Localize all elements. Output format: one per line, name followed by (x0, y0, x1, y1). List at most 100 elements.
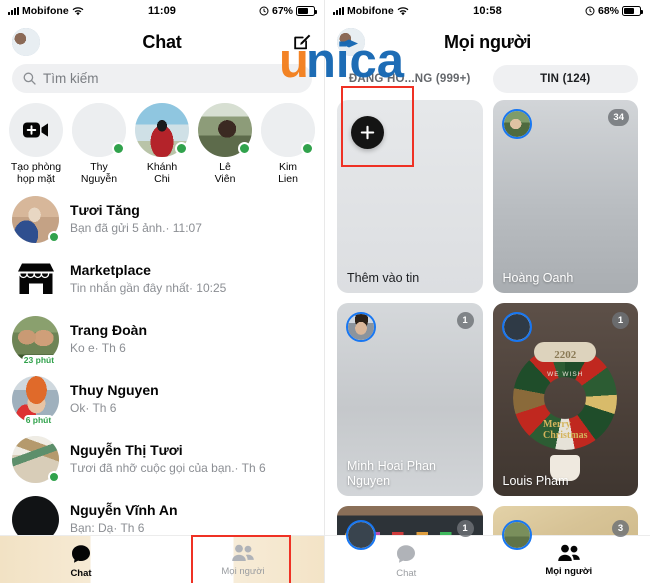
story-avatar-ring (501, 520, 532, 550)
story-card-louis-pham[interactable]: 1 2202 WE WISH Merry Christmas Louis Pham (492, 303, 638, 496)
chat-snippet: Bạn đã gửi 5 ảnh.· 11:07 (70, 221, 202, 235)
people-icon (232, 544, 254, 561)
status-bar-time: 11:09 (147, 5, 177, 17)
search-input[interactable]: Tìm kiếm (12, 64, 312, 93)
tab-people[interactable]: Mọi người (162, 536, 324, 583)
status-badge: 23 phút (21, 354, 57, 365)
chat-name: Marketplace (70, 262, 151, 278)
battery-icon (296, 6, 317, 16)
battery-icon (622, 6, 643, 16)
avatar[interactable] (12, 28, 40, 56)
tab-label: Chat (396, 568, 417, 579)
people-icon (557, 544, 580, 561)
status-bar-right: Mobifone 10:58 68% (325, 0, 650, 22)
story-avatar (9, 103, 63, 157)
chat-snippet: Bạn: Dạ· Th 6 (70, 521, 145, 535)
list-item-text: Thuy Nguyen Ok· Th 6 (70, 382, 159, 416)
story-avatar (261, 103, 315, 157)
story-create-room[interactable]: Tạo phòng họp mặt (6, 103, 66, 185)
plus-icon (360, 125, 375, 140)
online-dot (238, 142, 251, 155)
story-label: Khánh Chi (146, 161, 178, 185)
story-khanh-chi[interactable]: Khánh Chi (132, 103, 192, 185)
chat-snippet: Ko e· Th 6 (70, 341, 126, 355)
bottom-tab-bar-left: Chat Mọi người (0, 535, 324, 583)
list-item[interactable]: Tươi Tăng Bạn đã gửi 5 ảnh.· 11:07 (0, 189, 324, 249)
chat-bubble-icon (71, 545, 90, 563)
story-count-badge: 34 (608, 109, 629, 126)
story-avatar-ring (346, 312, 376, 342)
story-avatar-ring (346, 520, 376, 550)
list-item[interactable]: Marketplace Tin nhắn gần đây nhất· 10:25 (0, 249, 324, 309)
segment-tabs: ĐANG HO...NG (999+) TIN (124) (325, 62, 650, 100)
chat-snippet: Tin nhắn gần đây nhất· 10:25 (70, 281, 227, 295)
tab-label: Mọi người (221, 566, 265, 577)
story-kim-lien[interactable]: Kim Lien (258, 103, 318, 185)
list-item[interactable]: 23 phút Trang Đoàn Ko e· Th 6 (0, 309, 324, 369)
story-count-badge: 3 (612, 520, 629, 537)
story-caption: Hoàng Oanh (502, 271, 574, 285)
nav-bar-left: Chat (0, 22, 324, 62)
chat-name: Nguyễn Thị Tươi (70, 442, 183, 458)
online-dot (48, 230, 60, 243)
list-item-text: Trang Đoàn Ko e· Th 6 (70, 322, 147, 356)
list-item-text: Marketplace Tin nhắn gần đây nhất· 10:25 (70, 262, 226, 296)
status-bar-time: 10:58 (473, 5, 502, 17)
chat-name: Thuy Nguyen (70, 382, 159, 398)
story-card-minh-hoai-phan-nguyen[interactable]: 1 Minh Hoai Phan Nguyen (337, 303, 483, 496)
avatar[interactable] (337, 28, 365, 56)
story-caption: Thêm vào tin (347, 271, 420, 285)
marketplace-icon (12, 256, 59, 303)
chat-list: Tươi Tăng Bạn đã gửi 5 ảnh.· 11:07 Marke… (0, 187, 324, 549)
story-label: Lê Viên (214, 161, 236, 185)
online-dot (112, 142, 125, 155)
story-count-badge: 1 (456, 312, 474, 329)
chat-name: Trang Đoàn (70, 322, 148, 338)
avatar (12, 195, 60, 243)
list-item-text: Tươi Tăng Bạn đã gửi 5 ảnh.· 11:07 (70, 202, 202, 236)
tab-active-now[interactable]: ĐANG HO...NG (999+) (337, 65, 483, 93)
list-item[interactable]: Nguyễn Thị Tươi Tươi đã nhỡ cuộc gọi của… (0, 429, 324, 489)
story-card-add[interactable]: Thêm vào tin (337, 100, 483, 293)
story-count-badge: 1 (612, 312, 629, 329)
tab-label: Mọi người (545, 566, 593, 577)
chat-bubble-icon (397, 545, 416, 563)
tab-label: Chat (70, 568, 92, 579)
story-avatar-ring (501, 312, 532, 342)
dual-screenshot: Mobifone 11:09 67% Chat Tìm kiếm Tạo phò… (0, 0, 650, 583)
avatar: 23 phút (12, 315, 59, 365)
add-story-button[interactable] (351, 116, 384, 149)
tab-stories[interactable]: TIN (124) (492, 65, 638, 93)
list-item-text: Nguyễn Thị Tươi Tươi đã nhỡ cuộc gọi của… (70, 442, 266, 476)
status-badge: 6 phút (23, 414, 54, 425)
page-title: Chat (142, 31, 182, 52)
story-le-vien[interactable]: Lê Viên (195, 103, 255, 185)
stories-grid: Thêm vào tin 34 Hoàng Oanh 1 Minh Hoai P… (325, 100, 650, 566)
nav-bar-right: Mọi người (325, 22, 650, 62)
chat-name: Nguyễn Vĩnh An (70, 502, 178, 518)
search-icon (23, 72, 36, 85)
video-plus-icon (23, 122, 48, 138)
online-dot (48, 470, 60, 483)
search-container: Tìm kiếm (0, 62, 324, 99)
story-card-hoang-oanh[interactable]: 34 Hoàng Oanh (492, 100, 638, 293)
compose-icon[interactable] (292, 32, 312, 52)
online-dot (175, 142, 188, 155)
story-avatar-ring (501, 109, 532, 139)
avatar: 6 phút (12, 375, 59, 425)
chat-snippet: Ok· Th 6 (70, 401, 117, 415)
story-thy-nguyen[interactable]: Thy Nguyễn (69, 103, 129, 185)
tab-chat[interactable]: Chat (0, 536, 162, 583)
left-phone-screen: Mobifone 11:09 67% Chat Tìm kiếm Tạo phò… (0, 0, 325, 583)
story-avatar (198, 103, 252, 157)
online-dot (301, 142, 314, 155)
story-count-badge: 1 (456, 520, 474, 537)
list-item[interactable]: 6 phút Thuy Nguyen Ok· Th 6 (0, 369, 324, 429)
story-avatar (72, 103, 126, 157)
stories-strip[interactable]: Tạo phòng họp mặt Thy Nguyễn Khánh Chi L… (0, 99, 324, 187)
chat-name: Tươi Tăng (70, 202, 140, 218)
story-label: Thy Nguyễn (80, 161, 118, 185)
page-title: Mọi người (443, 31, 531, 52)
avatar (12, 435, 60, 483)
chat-snippet: Tươi đã nhỡ cuộc gọi của bạn.· Th 6 (70, 461, 266, 475)
